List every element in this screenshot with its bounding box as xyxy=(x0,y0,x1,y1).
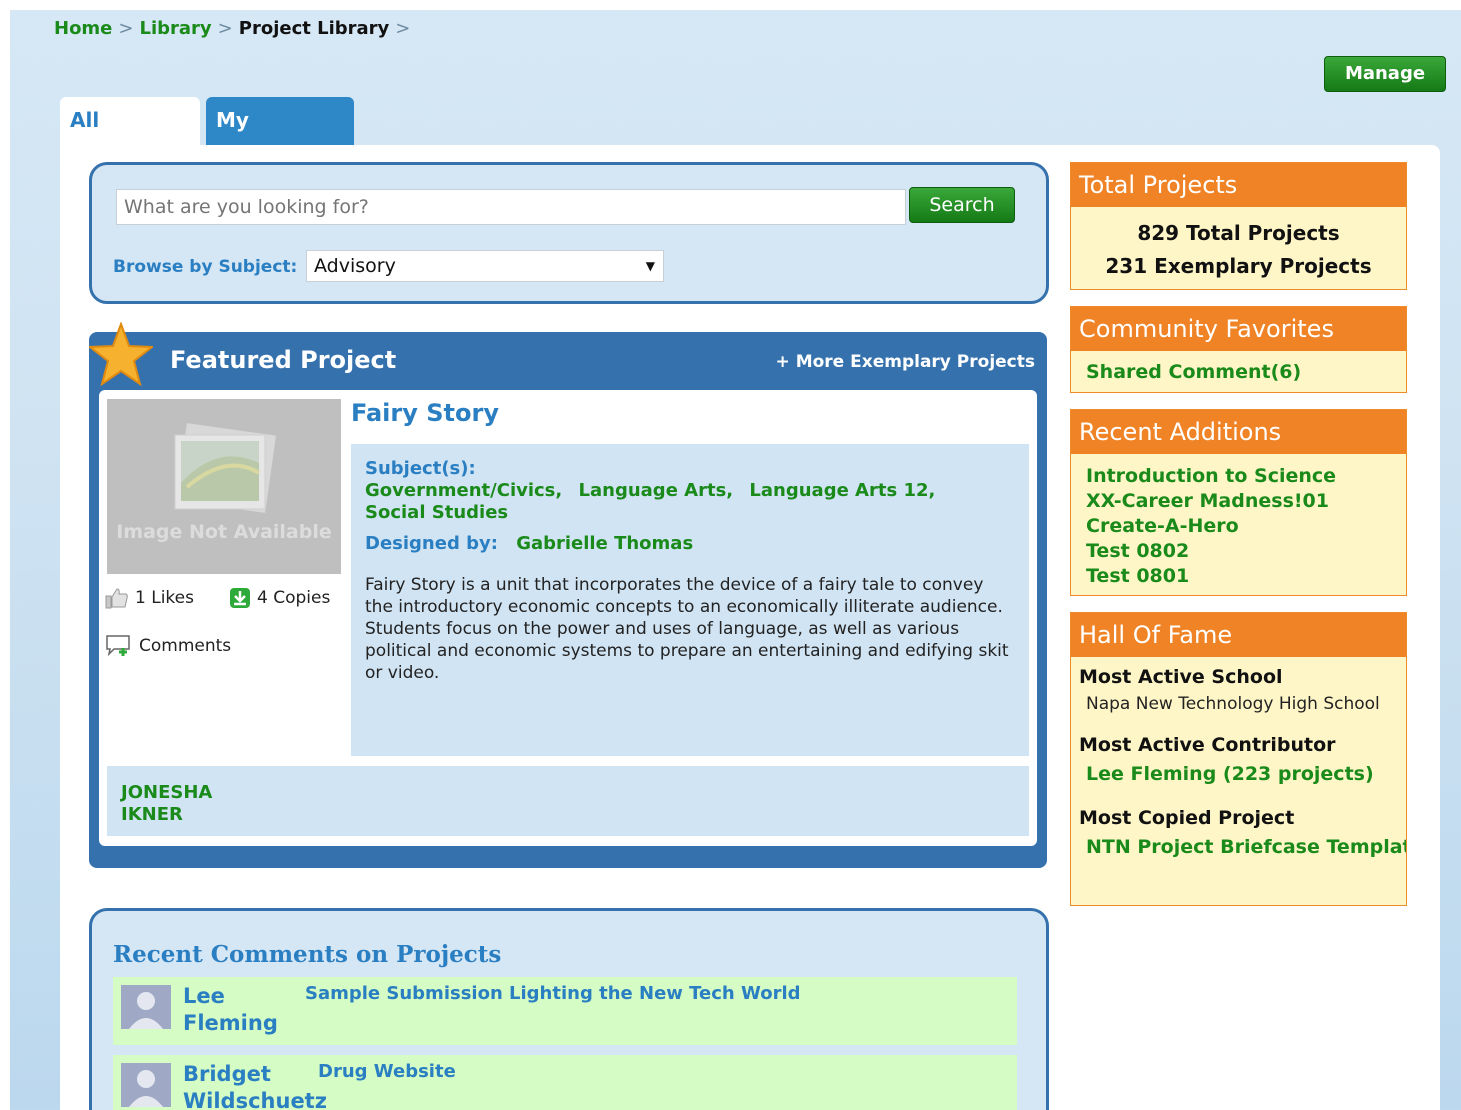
commenter-name[interactable]: Lee Fleming xyxy=(183,983,303,1037)
comment-item[interactable]: Lee Fleming Sample Submission Lighting t… xyxy=(113,977,1017,1045)
copies-label: 4 Copies xyxy=(257,588,331,608)
recent-addition-link[interactable]: XX-Career Madness!01 xyxy=(1071,489,1406,514)
total-projects-header: Total Projects xyxy=(1071,163,1406,207)
star-icon xyxy=(89,322,153,386)
project-image-placeholder: Image Not Available xyxy=(107,399,341,574)
project-description: Fairy Story is a unit that incorporates … xyxy=(365,575,1009,683)
download-icon xyxy=(230,588,250,608)
likes-label: 1 Likes xyxy=(135,588,194,608)
exemplary-projects-count: 231 Exemplary Projects xyxy=(1105,254,1372,278)
likes-counter[interactable]: 1 Likes xyxy=(105,587,194,609)
comments-link[interactable]: Comments xyxy=(105,634,231,658)
avatar xyxy=(121,1063,171,1107)
breadcrumb-current: Project Library xyxy=(238,18,390,39)
subject-select[interactable]: Advisory ▼ xyxy=(306,250,664,282)
community-favorites-header: Community Favorites xyxy=(1071,307,1406,351)
page-top-edge xyxy=(0,0,1461,10)
subject-selected-value: Advisory xyxy=(314,255,396,277)
community-favorites-box: Community Favorites Shared Comment(6) xyxy=(1070,306,1407,393)
recent-addition-link[interactable]: Introduction to Science xyxy=(1071,464,1406,489)
more-exemplary-projects-link[interactable]: + More Exemplary Projects xyxy=(776,352,1035,372)
avatar xyxy=(121,985,171,1029)
search-input[interactable] xyxy=(116,189,906,225)
project-details: Subject(s): Government/Civics, Language … xyxy=(351,444,1029,756)
breadcrumb-separator: > xyxy=(395,18,411,39)
most-copied-project-label: Most Copied Project xyxy=(1079,807,1295,829)
subject-link[interactable]: Language Arts 12, xyxy=(749,480,935,501)
copies-counter[interactable]: 4 Copies xyxy=(229,587,330,609)
commented-project-link[interactable]: Drug Website xyxy=(318,1061,456,1082)
image-placeholder-icon xyxy=(174,423,276,513)
recent-additions-box: Recent Additions Introduction to Science… xyxy=(1070,409,1407,596)
favorite-link[interactable]: Shared Comment(6) xyxy=(1071,360,1406,385)
subjects-label: Subject(s): xyxy=(365,458,476,479)
manage-button[interactable]: Manage xyxy=(1324,56,1446,92)
most-active-school-label: Most Active School xyxy=(1079,666,1283,688)
comments-label: Comments xyxy=(139,636,232,656)
thumbs-up-icon xyxy=(105,588,128,609)
image-not-available-text: Image Not Available xyxy=(116,521,332,543)
designed-by: Designed by: Gabrielle Thomas xyxy=(365,533,693,554)
most-active-contributor-label: Most Active Contributor xyxy=(1079,734,1336,756)
most-active-school-value: Napa New Technology High School xyxy=(1086,694,1380,714)
subjects-list: Government/Civics, Language Arts, Langua… xyxy=(365,480,1005,524)
subject-link[interactable]: Language Arts, xyxy=(579,480,734,501)
featured-project-title: Featured Project xyxy=(170,346,397,374)
featured-project-panel: Featured Project + More Exemplary Projec… xyxy=(89,322,1047,868)
hall-of-fame-box: Hall Of Fame Most Active School Napa New… xyxy=(1070,612,1407,906)
featured-project-card: Image Not Available 1 Likes 4 Copies Com… xyxy=(99,390,1037,846)
subject-link[interactable]: Social Studies xyxy=(365,502,508,523)
breadcrumb-home[interactable]: Home xyxy=(54,18,112,39)
tab-all-projects[interactable]: All Projects xyxy=(60,97,200,178)
search-panel: Search Browse by Subject: Advisory ▼ xyxy=(89,162,1049,304)
total-projects-count: 829 Total Projects xyxy=(1137,221,1340,245)
commenter-name[interactable]: Bridget Wildschuetz xyxy=(183,1061,327,1110)
recent-addition-link[interactable]: Test 0802 xyxy=(1071,539,1406,564)
tab-my-projects[interactable]: My Projects xyxy=(206,97,354,178)
designer-link[interactable]: Gabrielle Thomas xyxy=(516,533,693,554)
breadcrumb-separator: > xyxy=(217,18,233,39)
comment-add-icon xyxy=(106,635,130,657)
recent-addition-link[interactable]: Test 0801 xyxy=(1071,564,1406,589)
designed-by-label: Designed by: xyxy=(365,533,498,554)
chevron-down-icon: ▼ xyxy=(645,259,655,273)
browse-by-subject-label: Browse by Subject: xyxy=(113,257,298,277)
page-left-edge xyxy=(0,0,10,1110)
project-title-link[interactable]: Fairy Story xyxy=(351,399,499,427)
breadcrumb-library[interactable]: Library xyxy=(140,18,212,39)
recent-comments-title: Recent Comments on Projects xyxy=(113,941,502,968)
author-link[interactable]: JONESHA IKNER xyxy=(121,782,251,826)
total-projects-box: Total Projects 829 Total Projects 231 Ex… xyxy=(1070,162,1407,290)
breadcrumb-separator: > xyxy=(118,18,134,39)
recent-addition-link[interactable]: Create-A-Hero xyxy=(1071,514,1406,539)
commented-project-link[interactable]: Sample Submission Lighting the New Tech … xyxy=(305,983,801,1004)
subject-link[interactable]: Government/Civics, xyxy=(365,480,562,501)
comment-item[interactable]: Bridget Wildschuetz Drug Website xyxy=(113,1055,1017,1110)
most-copied-project-link[interactable]: NTN Project Briefcase Template xyxy=(1071,835,1406,860)
most-active-contributor-link[interactable]: Lee Fleming (223 projects) xyxy=(1071,762,1406,787)
recent-comments-panel: Recent Comments on Projects Lee Fleming … xyxy=(89,908,1049,1110)
hall-of-fame-header: Hall Of Fame xyxy=(1071,613,1406,657)
breadcrumb: Home > Library > Project Library > xyxy=(54,18,416,39)
project-author-box: JONESHA IKNER xyxy=(107,766,1029,836)
recent-additions-header: Recent Additions xyxy=(1071,410,1406,454)
search-button[interactable]: Search xyxy=(909,187,1015,223)
